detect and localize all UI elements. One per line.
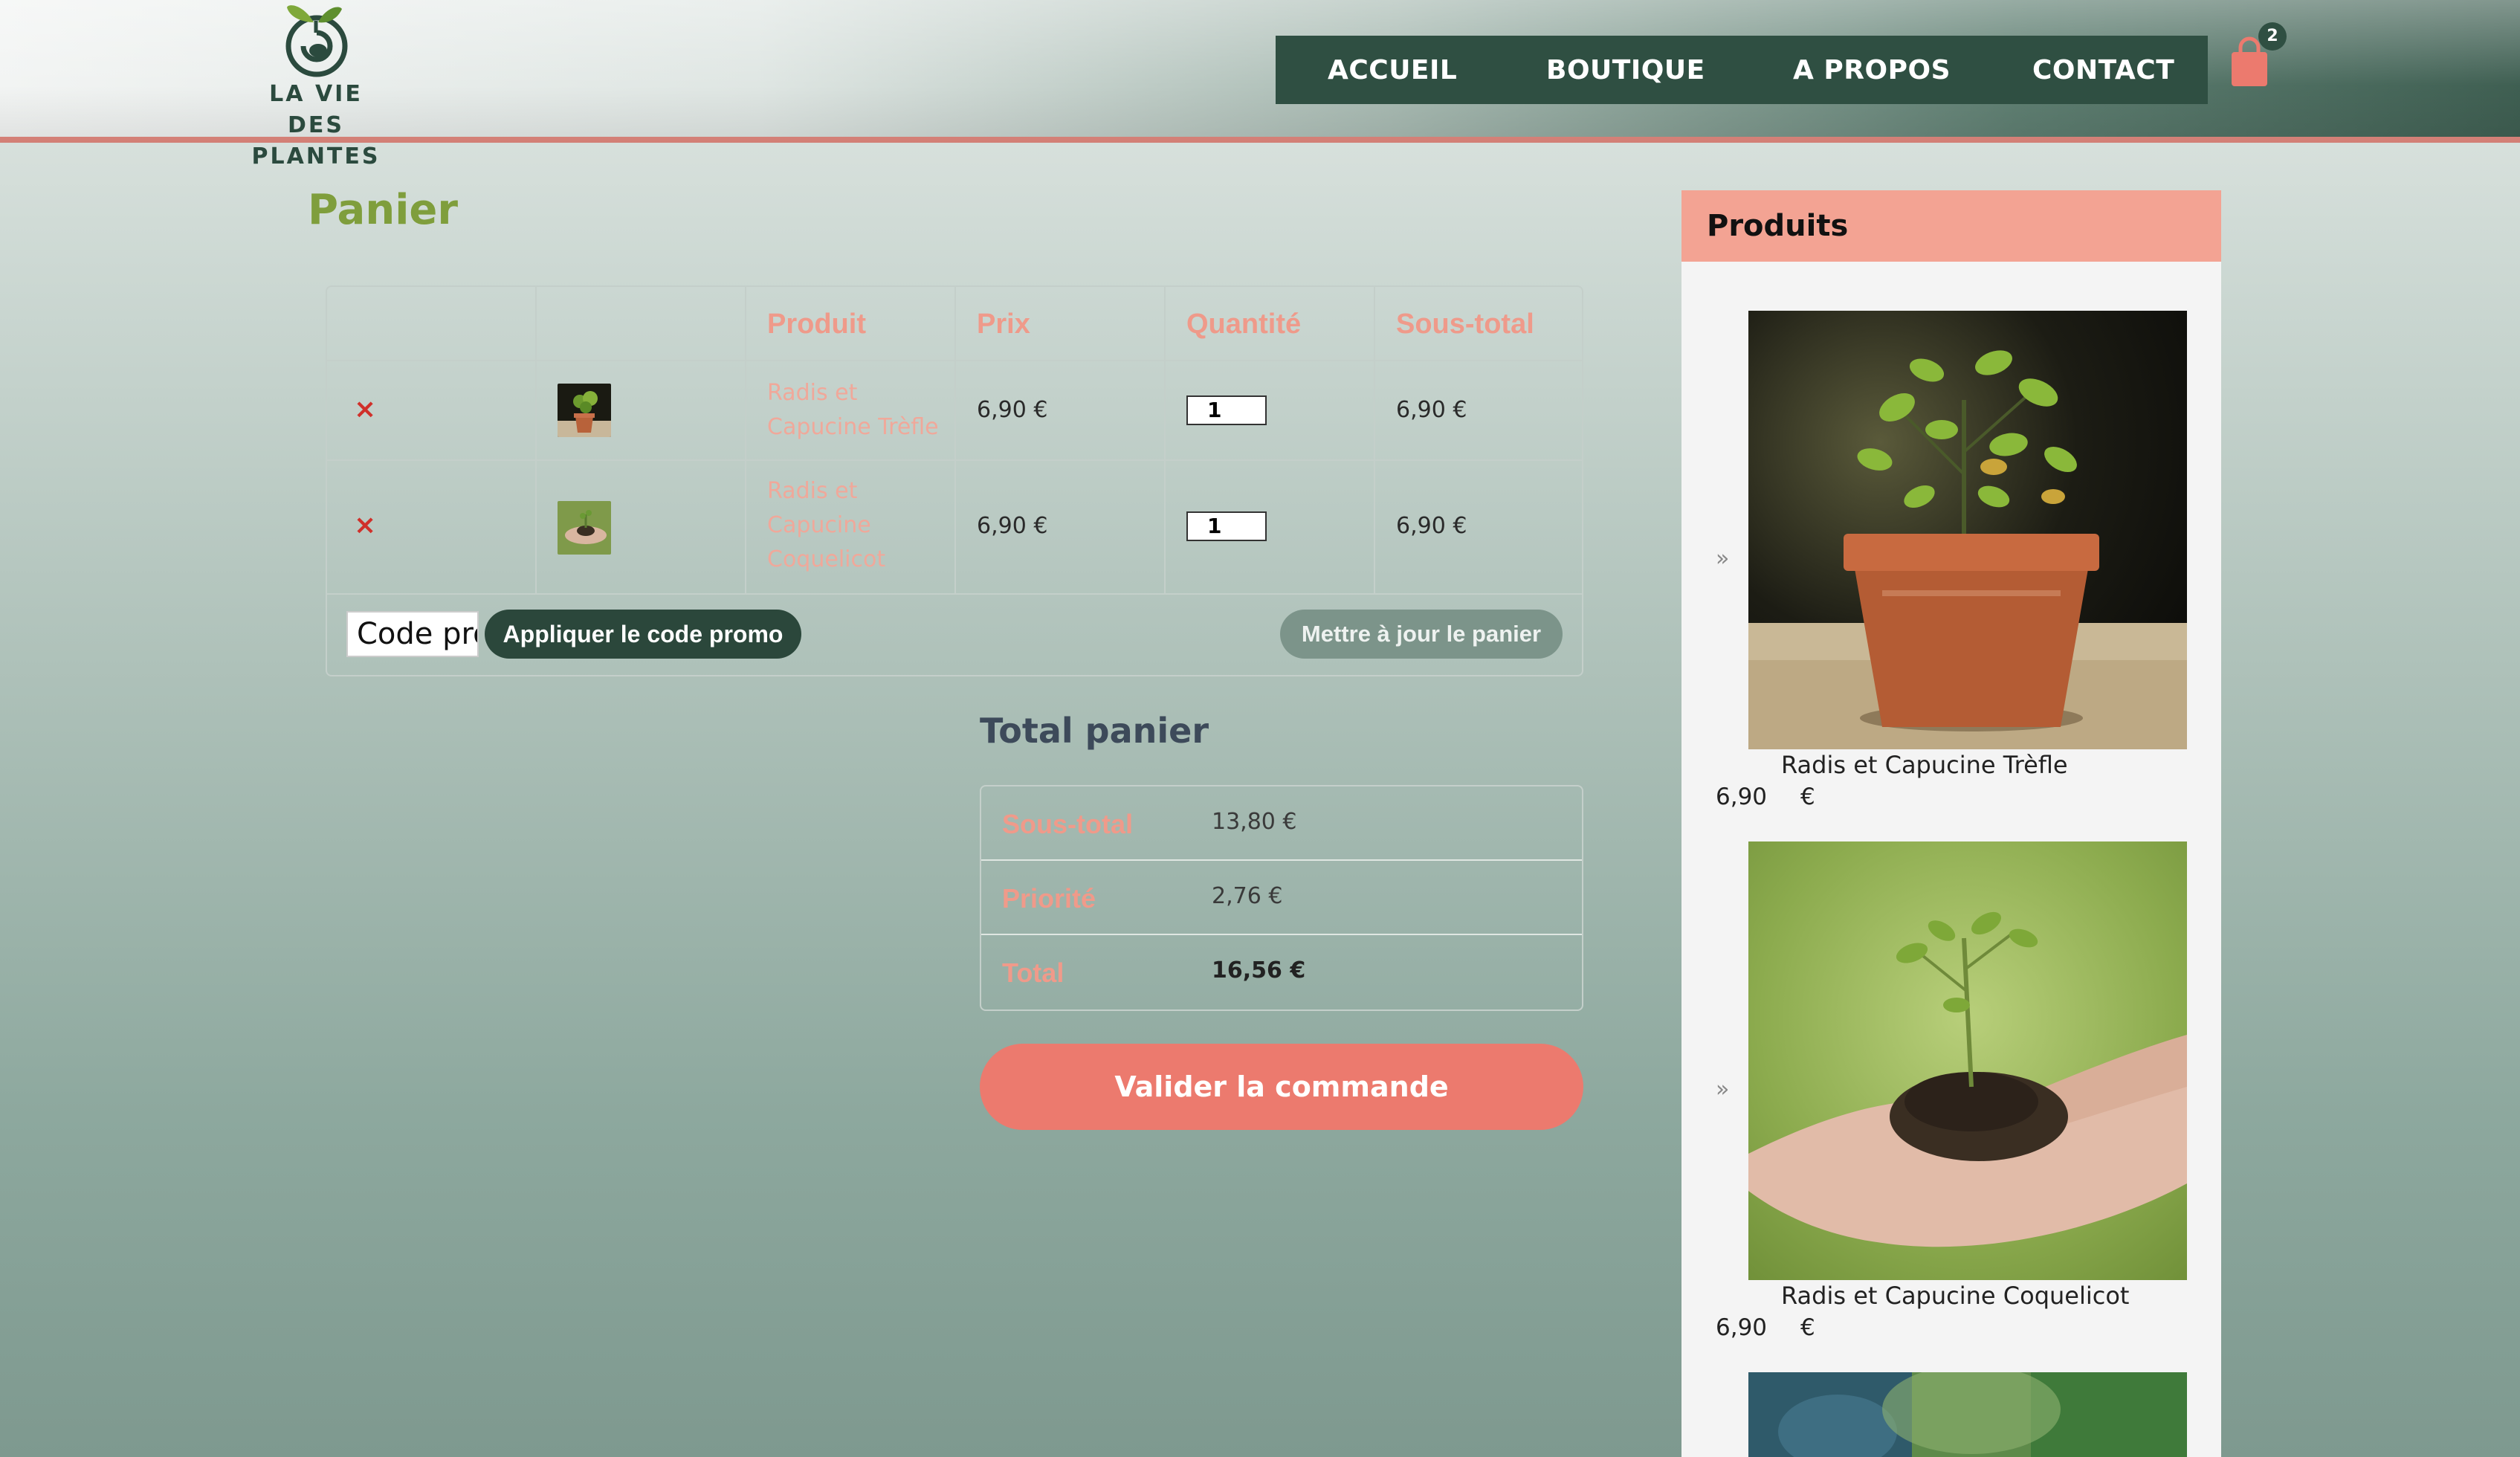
main-nav: ACCUEIL BOUTIQUE A PROPOS CONTACT	[1276, 36, 2208, 104]
nav-accueil[interactable]: ACCUEIL	[1328, 55, 1457, 85]
checkout-button[interactable]: Valider la commande	[980, 1044, 1583, 1130]
product-subtotal: 6,90 €	[1396, 397, 1467, 423]
price-cell: 6,90 €	[956, 461, 1166, 593]
header-product: Produit	[746, 287, 956, 361]
chevron-right-icon: »	[1716, 1076, 1730, 1102]
header-quantity: Quantité	[1166, 287, 1375, 361]
product-thumbnail[interactable]	[558, 384, 611, 437]
product-price: 6,90 €	[977, 513, 1048, 539]
product-price: 6,90 €	[977, 397, 1048, 423]
product-currency: €	[1800, 784, 1815, 810]
coupon-code-input[interactable]: Code promo	[346, 611, 479, 657]
product-image[interactable]	[1748, 311, 2187, 749]
quantity-cell: 1	[1166, 361, 1375, 459]
page-title: Panier	[308, 186, 458, 234]
header-remove	[327, 287, 537, 361]
product-name-link[interactable]: Radis et Capucine Trèfle	[767, 376, 946, 445]
subtotal-cell: 6,90 €	[1375, 461, 1582, 593]
brand-line-2: PLANTES	[251, 143, 381, 169]
header-thumbnail	[537, 287, 746, 361]
totals-value: 2,76 €	[1212, 883, 1283, 909]
header-subtotal: Sous-total	[1396, 308, 1534, 340]
cart-actions-row: Code promo Appliquer le code promo Mettr…	[327, 595, 1582, 675]
apply-coupon-button[interactable]: Appliquer le code promo	[485, 610, 801, 659]
thumb-cell	[537, 361, 746, 459]
quantity-input[interactable]: 1	[1186, 395, 1267, 425]
nav-boutique[interactable]: BOUTIQUE	[1546, 55, 1705, 85]
totals-value: 13,80 €	[1212, 809, 1297, 835]
logo[interactable]: LA VIE DES PLANTES	[238, 0, 394, 169]
totals-value: 16,56 €	[1212, 957, 1306, 983]
site-header: LA VIE DES PLANTES ACCUEIL BOUTIQUE A PR…	[0, 0, 2520, 169]
cart-count-badge: 2	[2258, 22, 2287, 51]
product-cell: Radis et Capucine Trèfle	[746, 361, 956, 459]
product-cell: Radis et Capucine Coquelicot	[746, 461, 956, 593]
price-cell: 6,90 €	[956, 361, 1166, 459]
brand-line-1: LA VIE DES	[269, 81, 363, 138]
quantity-input[interactable]: 1	[1186, 511, 1267, 541]
product-name-link[interactable]: Radis et Capucine Trèfle	[1781, 751, 2068, 779]
product-image[interactable]	[1748, 1372, 2187, 1457]
cart-totals-title: Total panier	[980, 711, 1209, 751]
brand-name: LA VIE DES PLANTES	[238, 79, 394, 172]
product-name-link[interactable]: Radis et Capucine Coquelicot	[1781, 1282, 2129, 1310]
nav-a-propos[interactable]: A PROPOS	[1793, 55, 1951, 85]
chevron-right-icon: »	[1716, 546, 1730, 572]
remove-cell: ×	[327, 461, 537, 593]
plant-logo-icon	[285, 5, 348, 77]
totals-row-subtotal: Sous-total 13,80 €	[981, 786, 1582, 861]
cart-totals-table: Sous-total 13,80 € Priorité 2,76 € Total…	[980, 785, 1583, 1011]
totals-label: Total	[1002, 957, 1064, 988]
product-price: 6,90	[1716, 784, 1768, 810]
subtotal-cell: 6,90 €	[1375, 361, 1582, 459]
cart-table: Produit Prix Quantité Sous-total × Radis…	[326, 285, 1583, 676]
totals-row-total: Total 16,56 €	[981, 935, 1582, 1009]
table-header-row: Produit Prix Quantité Sous-total	[327, 287, 1582, 361]
header-price: Prix	[956, 287, 1166, 361]
totals-row-priority: Priorité 2,76 €	[981, 861, 1582, 935]
remove-item-icon[interactable]: ×	[354, 510, 376, 540]
product-name-link[interactable]: Radis et Capucine Coquelicot	[767, 474, 885, 577]
remove-item-icon[interactable]: ×	[354, 394, 376, 424]
table-row: × Radis et Capucine Coquelicot 6,90 € 1	[327, 461, 1582, 595]
nav-contact[interactable]: CONTACT	[2032, 55, 2174, 85]
product-thumbnail[interactable]	[558, 501, 611, 555]
table-row: × Radis et Capucine Trèfle 6,90 € 1 6,90…	[327, 361, 1582, 461]
update-cart-button[interactable]: Mettre à jour le panier	[1280, 610, 1563, 659]
sidebar-title: Produits	[1681, 190, 2221, 262]
totals-label: Sous-total	[1002, 809, 1133, 839]
quantity-cell: 1	[1166, 461, 1375, 593]
remove-cell: ×	[327, 361, 537, 459]
thumb-cell	[537, 461, 746, 593]
totals-label: Priorité	[1002, 883, 1096, 914]
product-image[interactable]	[1748, 841, 2187, 1280]
product-currency: €	[1800, 1314, 1815, 1341]
product-subtotal: 6,90 €	[1396, 513, 1467, 539]
product-price: 6,90	[1716, 1314, 1768, 1341]
products-sidebar: Produits » Radis et Capucine Trèfle 6,90…	[1681, 190, 2221, 1457]
